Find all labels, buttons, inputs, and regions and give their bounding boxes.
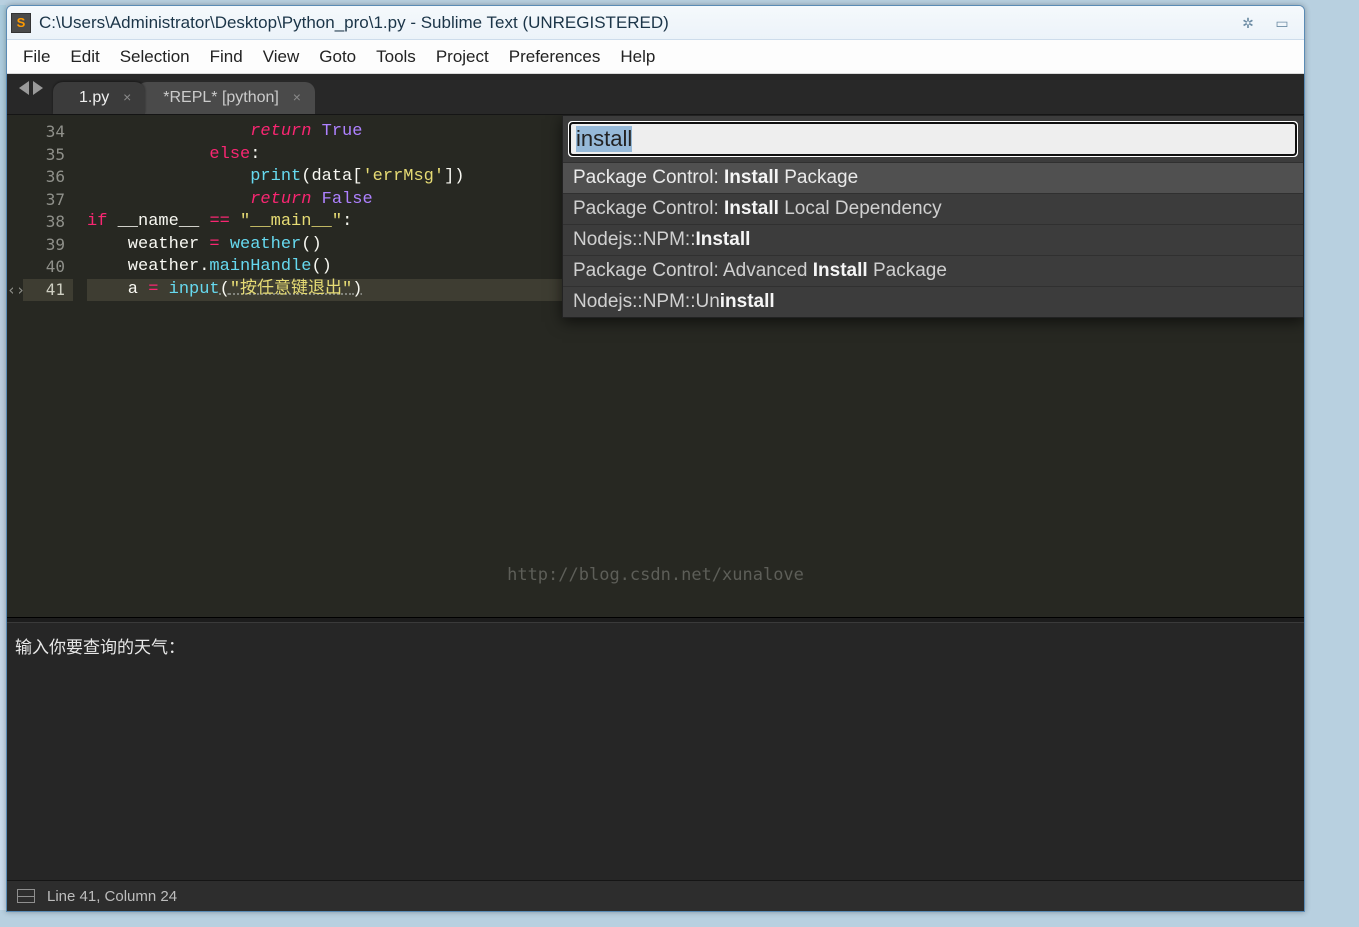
- titlebar[interactable]: S C:\Users\Administrator\Desktop\Python_…: [7, 6, 1304, 40]
- close-icon[interactable]: ×: [293, 90, 301, 104]
- palette-result[interactable]: Package Control: Install Package: [563, 162, 1303, 193]
- palette-search-input[interactable]: [569, 122, 1297, 156]
- sublime-window: S C:\Users\Administrator\Desktop\Python_…: [6, 5, 1305, 912]
- panel-switcher-icon[interactable]: [17, 889, 35, 903]
- output-text: 输入你要查询的天气：: [15, 638, 185, 658]
- palette-result[interactable]: Nodejs::NPM::Install: [563, 224, 1303, 255]
- editor-area: ‹› 3435363738394041 return True else: pr…: [7, 115, 1304, 880]
- fold-marker: [7, 189, 23, 212]
- fold-gutter: ‹›: [7, 115, 23, 617]
- fold-marker: [7, 234, 23, 257]
- menu-find[interactable]: Find: [200, 44, 253, 70]
- menu-preferences[interactable]: Preferences: [499, 44, 611, 70]
- palette-results: Package Control: Install PackagePackage …: [563, 162, 1303, 317]
- nav-forward-icon[interactable]: [33, 81, 43, 95]
- command-palette: Package Control: Install PackagePackage …: [562, 115, 1304, 318]
- statusbar: Line 41, Column 24: [7, 880, 1304, 911]
- fold-marker: [7, 144, 23, 167]
- palette-result[interactable]: Nodejs::NPM::Uninstall: [563, 286, 1303, 317]
- tab-history-nav: [15, 68, 53, 114]
- menu-tools[interactable]: Tools: [366, 44, 426, 70]
- fold-marker: [7, 256, 23, 279]
- menu-view[interactable]: View: [253, 44, 310, 70]
- fold-marker: [7, 166, 23, 189]
- settings-hint-icon[interactable]: ✲: [1236, 13, 1260, 33]
- line-number: 34: [23, 121, 65, 144]
- tab-repl[interactable]: *REPL* [python] ×: [137, 82, 315, 114]
- menu-help[interactable]: Help: [610, 44, 665, 70]
- client-area: 1.py × *REPL* [python] × ‹› 343536373839…: [7, 74, 1304, 911]
- cursor-position: Line 41, Column 24: [47, 888, 177, 905]
- palette-result[interactable]: Package Control: Install Local Dependenc…: [563, 193, 1303, 224]
- menu-selection[interactable]: Selection: [110, 44, 200, 70]
- line-number: 40: [23, 256, 65, 279]
- fold-marker: [7, 211, 23, 234]
- tabstrip: 1.py × *REPL* [python] ×: [7, 74, 1304, 115]
- tab-label: 1.py: [79, 89, 109, 106]
- line-number-gutter: 3435363738394041: [23, 115, 73, 617]
- line-number: 41: [23, 279, 73, 302]
- app-icon: S: [11, 13, 31, 33]
- window-controls: ✲ ▭: [1236, 13, 1300, 33]
- fold-marker: [7, 121, 23, 144]
- menu-project[interactable]: Project: [426, 44, 499, 70]
- fold-marker: ‹›: [7, 279, 23, 302]
- menu-edit[interactable]: Edit: [60, 44, 109, 70]
- tab-1py[interactable]: 1.py ×: [53, 82, 145, 114]
- menu-file[interactable]: File: [13, 44, 60, 70]
- window-title: C:\Users\Administrator\Desktop\Python_pr…: [39, 13, 1236, 33]
- tab-label: *REPL* [python]: [163, 89, 279, 106]
- menu-goto[interactable]: Goto: [309, 44, 366, 70]
- palette-search-wrap: [563, 116, 1303, 162]
- maximize-icon[interactable]: ▭: [1270, 13, 1294, 33]
- line-number: 39: [23, 234, 65, 257]
- output-pane[interactable]: 输入你要查询的天气：: [7, 623, 1304, 880]
- code-pane[interactable]: ‹› 3435363738394041 return True else: pr…: [7, 115, 1304, 617]
- menubar: File Edit Selection Find View Goto Tools…: [7, 40, 1304, 74]
- line-number: 36: [23, 166, 65, 189]
- line-number: 37: [23, 189, 65, 212]
- line-number: 38: [23, 211, 65, 234]
- line-number: 35: [23, 144, 65, 167]
- nav-back-icon[interactable]: [19, 81, 29, 95]
- close-icon[interactable]: ×: [123, 90, 131, 104]
- palette-result[interactable]: Package Control: Advanced Install Packag…: [563, 255, 1303, 286]
